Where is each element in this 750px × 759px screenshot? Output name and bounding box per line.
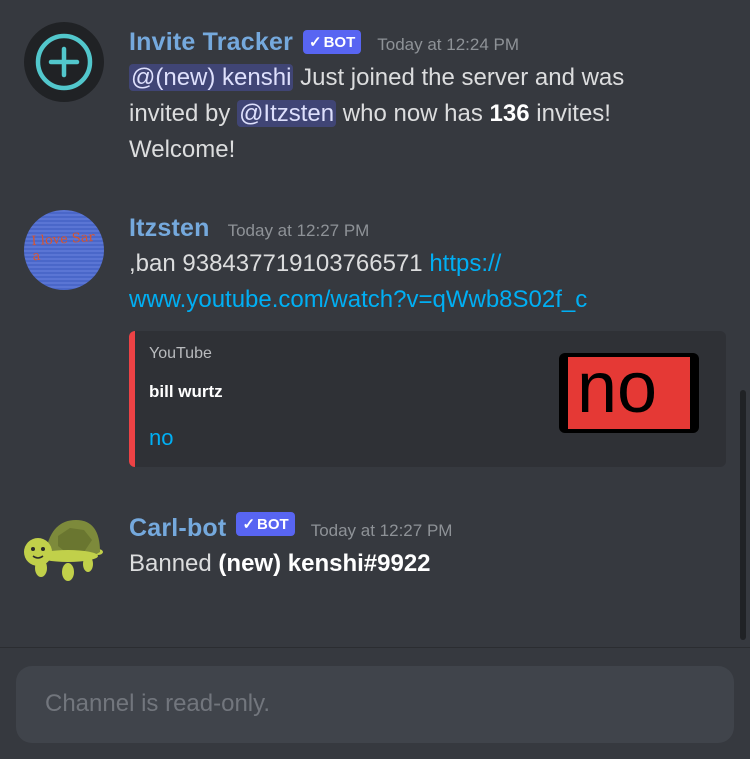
bot-badge: ✓ BOT (236, 512, 295, 536)
embed-thumbnail[interactable]: no (559, 353, 699, 433)
turtle-icon (24, 520, 103, 581)
user-mention[interactable]: @(new) kenshi (129, 64, 294, 91)
message-carl-bot: Carl-bot ✓ BOT Today at 12:27 PM Banned … (0, 506, 735, 606)
youtube-embed: YouTube bill wurtz no no (129, 331, 726, 467)
author-name[interactable]: Invite Tracker (129, 28, 293, 57)
divider (0, 647, 750, 648)
youtube-link[interactable]: https:// (429, 250, 501, 277)
banned-user: (new) kenshi#9922 (218, 550, 431, 577)
user-mention[interactable]: @Itzsten (237, 100, 337, 127)
plus-circle-icon (35, 33, 93, 91)
message-content: Banned (new) kenshi#9922 (129, 550, 431, 577)
embed-title[interactable]: no (149, 425, 173, 451)
message-invite-tracker: Invite Tracker ✓ BOT Today at 12:24 PM @… (0, 22, 735, 172)
invite-count: 136 (489, 100, 530, 127)
author-name[interactable]: Itzsten (129, 214, 210, 243)
timestamp: Today at 12:27 PM (227, 221, 370, 240)
author-name[interactable]: Carl-bot (129, 514, 226, 543)
composer-placeholder: Channel is read-only. (45, 690, 271, 717)
timestamp: Today at 12:27 PM (310, 521, 453, 540)
embed-author[interactable]: bill wurtz (149, 382, 223, 402)
timestamp: Today at 12:24 PM (377, 35, 520, 54)
scrollbar[interactable] (740, 390, 746, 640)
check-icon: ✓ (242, 516, 256, 533)
invite-tracker-avatar[interactable] (24, 22, 104, 102)
message-content: ,ban 938437719103766571 https:// www.you… (129, 250, 588, 313)
thumbnail-text: no (577, 353, 658, 428)
youtube-link[interactable]: www.youtube.com/watch?v=qWwb8S02f_c (129, 286, 587, 313)
avatar-scribble: I love Sara (31, 229, 96, 265)
message-composer[interactable]: Channel is read-only. (16, 666, 734, 743)
check-icon: ✓ (309, 34, 322, 51)
embed-provider[interactable]: YouTube (149, 345, 212, 363)
carl-bot-avatar[interactable] (24, 512, 104, 592)
bot-badge: ✓ BOT (303, 30, 362, 54)
message-content: @(new) kenshi Just joined the server and… (129, 64, 625, 163)
itzsten-avatar[interactable]: I love Sara (24, 210, 104, 290)
